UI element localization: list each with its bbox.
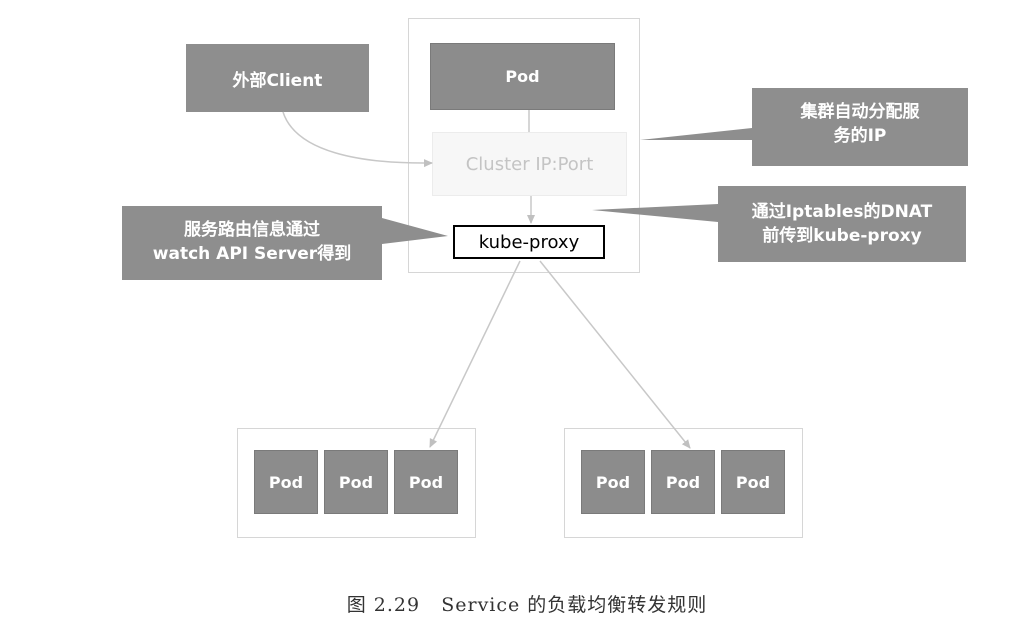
kube-proxy-box: kube-proxy [453,225,605,259]
callout-iptables: 通过Iptables的DNAT 前传到kube-proxy [718,200,966,256]
callout-routing-line-1: 服务路由信息通过 [184,220,320,240]
callout-routing: 服务路由信息通过 watch API Server得到 [122,218,382,274]
callout-cluster-ip: 集群自动分配服 务的IP [752,100,968,156]
proxy-to-left-group-arrow [429,260,521,448]
callout-iptables-line-1: 通过Iptables的DNAT [751,202,933,222]
callout-cluster-ip-line-1: 集群自动分配服 [800,102,920,122]
callout-routing-line-2: watch API Server得到 [152,244,352,264]
client-to-cluster-arrow [282,111,433,168]
callout-cluster-ip-line-2: 务的IP [833,126,887,146]
callout-iptables-line-2: 前传到kube-proxy [762,226,922,246]
proxy-to-right-group-arrow [539,260,691,449]
diagram-connectors [122,88,968,449]
kube-proxy-label: kube-proxy [478,231,580,253]
